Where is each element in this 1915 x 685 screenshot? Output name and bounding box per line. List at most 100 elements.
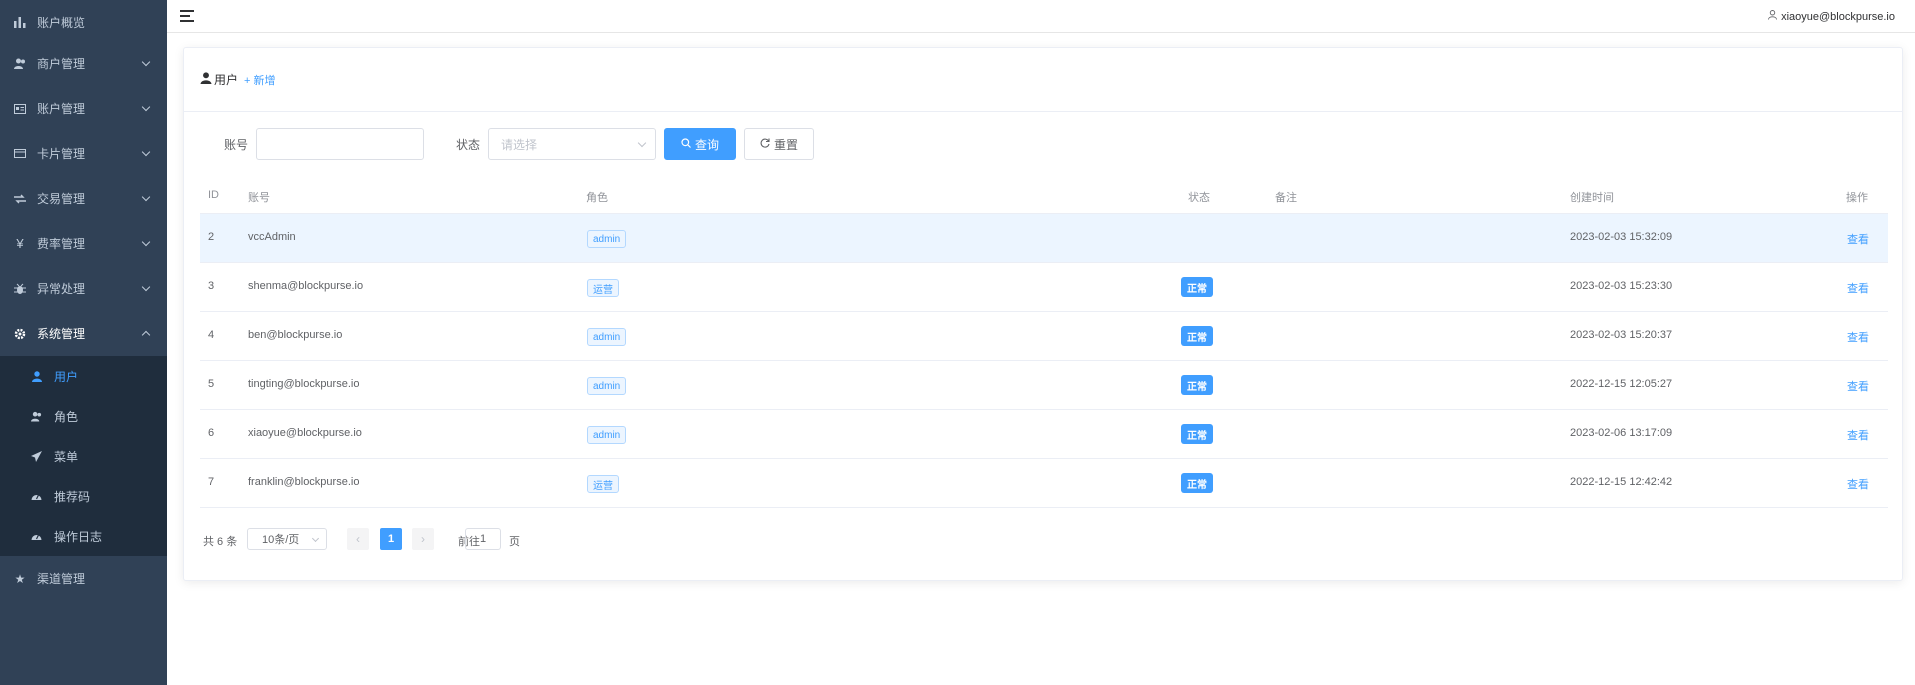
page-title-text: 用户 bbox=[214, 73, 239, 87]
cell-id: 2 bbox=[208, 231, 215, 243]
view-link[interactable]: 查看 bbox=[1847, 280, 1869, 296]
sidebar-item-system[interactable]: 系统管理 bbox=[0, 311, 167, 356]
sidebar: 账户概览 商户管理 账户管理 卡片管理 交易管理 ¥ 费率管理 异常处理 系统管… bbox=[0, 0, 167, 685]
status-badge: 正常 bbox=[1181, 424, 1213, 444]
query-button-label: 查询 bbox=[694, 137, 719, 152]
user-icon bbox=[31, 370, 42, 382]
chevron-down-icon bbox=[141, 192, 151, 201]
cell-account: ben@blockpurse.io bbox=[248, 329, 343, 341]
sidebar-subitem-label: 操作日志 bbox=[54, 529, 103, 544]
sidebar-subitem-label: 推荐码 bbox=[54, 489, 91, 504]
view-link[interactable]: 查看 bbox=[1847, 476, 1869, 492]
chevron-down-icon bbox=[311, 534, 320, 543]
system-submenu: 用户 角色 菜单 推荐码 操作日志 bbox=[0, 356, 167, 556]
sidebar-item-rate[interactable]: ¥ 费率管理 bbox=[0, 221, 167, 266]
sidebar-subitem-menu[interactable]: 菜单 bbox=[0, 436, 167, 476]
chevron-down-icon bbox=[637, 138, 647, 148]
sidebar-item-label: 卡片管理 bbox=[37, 147, 86, 161]
column-header-status: 状态 bbox=[1188, 192, 1210, 204]
query-button[interactable]: 查询 bbox=[664, 128, 736, 160]
column-header-role: 角色 bbox=[586, 192, 608, 204]
chevron-down-icon bbox=[141, 57, 151, 66]
goto-page-suffix: 页 bbox=[509, 536, 520, 548]
cell-created: 2023-02-06 13:17:09 bbox=[1570, 427, 1673, 439]
column-header-action: 操作 bbox=[1846, 192, 1868, 204]
role-tag: admin bbox=[587, 328, 627, 346]
sidebar-item-account[interactable]: 账户管理 bbox=[0, 86, 167, 131]
chevron-down-icon bbox=[141, 237, 151, 246]
status-placeholder: 请选择 bbox=[501, 137, 538, 152]
users-icon bbox=[14, 58, 26, 70]
users-icon bbox=[31, 411, 42, 422]
sidebar-item-label: 系统管理 bbox=[37, 327, 86, 341]
column-header-created: 创建时间 bbox=[1570, 192, 1614, 204]
account-input[interactable] bbox=[256, 128, 424, 160]
reset-button-label: 重置 bbox=[773, 137, 798, 152]
prev-page-button[interactable]: ‹ bbox=[347, 528, 369, 550]
sidebar-item-label: 交易管理 bbox=[37, 192, 86, 206]
chevron-down-icon bbox=[141, 147, 151, 156]
view-link[interactable]: 查看 bbox=[1847, 378, 1869, 394]
sidebar-item-channel[interactable]: ★ 渠道管理 bbox=[0, 556, 167, 601]
cell-created: 2022-12-15 12:42:42 bbox=[1570, 476, 1673, 488]
sidebar-item-label: 异常处理 bbox=[37, 282, 86, 296]
user-menu[interactable]: xiaoyue@blockpurse.io bbox=[1768, 10, 1895, 23]
sidebar-item-card[interactable]: 卡片管理 bbox=[0, 131, 167, 176]
goto-page-input[interactable]: 1 bbox=[465, 528, 501, 550]
column-header-id: ID bbox=[208, 189, 219, 201]
sidebar-subitem-role[interactable]: 角色 bbox=[0, 396, 167, 436]
table-row: 4 ben@blockpurse.io admin 正常 2023-02-03 … bbox=[200, 312, 1888, 361]
cell-id: 7 bbox=[208, 476, 215, 488]
sidebar-item-label: 账户概览 bbox=[37, 16, 86, 30]
view-link[interactable]: 查看 bbox=[1847, 231, 1869, 247]
sidebar-item-label: 商户管理 bbox=[37, 57, 86, 71]
table-row: 6 xiaoyue@blockpurse.io admin 正常 2023-02… bbox=[200, 410, 1888, 459]
status-badge: 正常 bbox=[1181, 277, 1213, 297]
pagination-total: 共 6 条 bbox=[203, 536, 238, 548]
sidebar-item-merchant[interactable]: 商户管理 bbox=[0, 41, 167, 86]
bug-icon bbox=[14, 283, 26, 295]
view-link[interactable]: 查看 bbox=[1847, 329, 1869, 345]
cell-created: 2022-12-15 12:05:27 bbox=[1570, 378, 1673, 390]
role-tag: admin bbox=[587, 426, 627, 444]
sidebar-subitem-referral-code[interactable]: 推荐码 bbox=[0, 476, 167, 516]
search-icon bbox=[681, 137, 691, 151]
sidebar-subitem-user[interactable]: 用户 bbox=[0, 356, 167, 396]
card-header: 用户 + 新增 bbox=[184, 48, 1902, 112]
cell-id: 6 bbox=[208, 427, 215, 439]
cell-account: shenma@blockpurse.io bbox=[248, 280, 364, 292]
cell-created: 2023-02-03 15:32:09 bbox=[1570, 231, 1673, 243]
sidebar-subitem-label: 角色 bbox=[54, 409, 79, 424]
sidebar-item-exception[interactable]: 异常处理 bbox=[0, 266, 167, 311]
page-size-select[interactable]: 10条/页 bbox=[247, 528, 327, 550]
send-icon bbox=[31, 450, 42, 462]
table-row: 3 shenma@blockpurse.io 运营 正常 2023-02-03 … bbox=[200, 263, 1888, 312]
reset-button[interactable]: 重置 bbox=[744, 128, 814, 160]
status-select[interactable]: 请选择 bbox=[488, 128, 656, 160]
cell-created: 2023-02-03 15:23:30 bbox=[1570, 280, 1673, 292]
sidebar-subitem-operation-log[interactable]: 操作日志 bbox=[0, 516, 167, 556]
sidebar-item-account-overview[interactable]: 账户概览 bbox=[0, 0, 167, 45]
cell-id: 4 bbox=[208, 329, 215, 341]
page-title: 用户 bbox=[200, 71, 238, 88]
sidebar-item-transaction[interactable]: 交易管理 bbox=[0, 176, 167, 221]
dashboard-icon bbox=[31, 531, 42, 542]
column-header-remark: 备注 bbox=[1275, 192, 1297, 204]
page-number-current[interactable]: 1 bbox=[380, 528, 402, 550]
status-badge: 正常 bbox=[1181, 473, 1213, 493]
hamburger-icon[interactable] bbox=[180, 10, 194, 22]
cell-account: tingting@blockpurse.io bbox=[248, 378, 360, 390]
card-icon bbox=[14, 148, 26, 160]
cell-account: franklin@blockpurse.io bbox=[248, 476, 360, 488]
sidebar-item-label: 渠道管理 bbox=[37, 572, 86, 586]
add-user-button[interactable]: + 新增 bbox=[244, 72, 275, 88]
status-label: 状态 bbox=[456, 138, 481, 152]
star-icon: ★ bbox=[14, 571, 26, 586]
user-icon bbox=[200, 72, 212, 87]
role-tag: 运营 bbox=[587, 279, 619, 297]
account-label: 账号 bbox=[224, 138, 249, 152]
table-row: 5 tingting@blockpurse.io admin 正常 2022-1… bbox=[200, 361, 1888, 410]
pagination: 共 6 条 10条/页 ‹ 1 › 前往 1 页 bbox=[203, 528, 803, 550]
view-link[interactable]: 查看 bbox=[1847, 427, 1869, 443]
next-page-button[interactable]: › bbox=[412, 528, 434, 550]
